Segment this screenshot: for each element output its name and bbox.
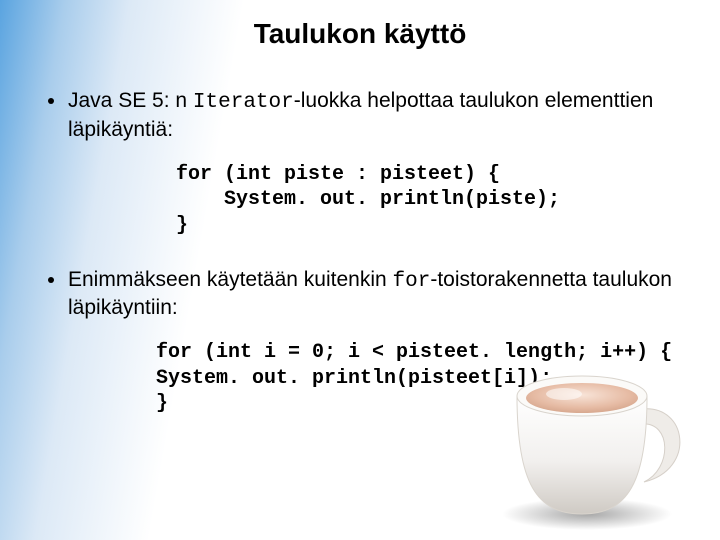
bullet-text: Enimmäkseen käytetään kuitenkin for-tois… — [68, 267, 692, 323]
slide-body: Java SE 5: n Iterator-luokka helpottaa t… — [48, 88, 692, 445]
code-block: for (int i = 0; i < pisteet. length; i++… — [156, 340, 692, 417]
bullet-code: for — [393, 270, 431, 293]
slide: Taulukon käyttö Java SE 5: n Iterator-lu… — [0, 0, 720, 540]
bullet-dot-icon — [48, 277, 54, 283]
slide-title: Taulukon käyttö — [0, 18, 720, 50]
bullet-pre: Java SE 5: n — [68, 89, 193, 112]
bullet-text: Java SE 5: n Iterator-luokka helpottaa t… — [68, 88, 692, 144]
bullet-dot-icon — [48, 98, 54, 104]
bullet-pre: Enimmäkseen käytetään kuitenkin — [68, 268, 393, 291]
bullet-item: Java SE 5: n Iterator-luokka helpottaa t… — [48, 88, 692, 144]
bullet-item: Enimmäkseen käytetään kuitenkin for-tois… — [48, 267, 692, 323]
code-block: for (int piste : pisteet) { System. out.… — [176, 162, 692, 239]
bullet-code: Iterator — [193, 91, 294, 114]
